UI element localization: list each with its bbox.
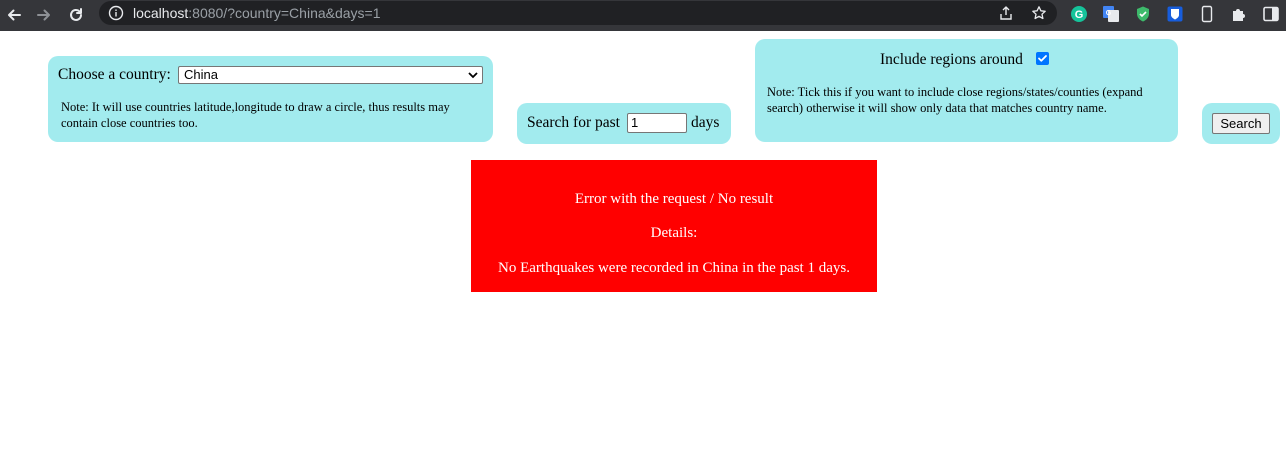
- svg-text:G: G: [1075, 9, 1084, 21]
- search-button[interactable]: Search: [1212, 113, 1270, 134]
- google-translate-icon[interactable]: G: [1102, 5, 1120, 23]
- country-select[interactable]: China: [178, 66, 483, 84]
- checkmark-icon: [1038, 55, 1047, 62]
- browser-toolbar: localhost:8080/?country=China&days=1 G G: [0, 0, 1286, 31]
- country-panel: Choose a country: China Note: It will us…: [48, 56, 493, 142]
- days-panel: Search for past 1 days: [517, 103, 731, 144]
- error-message: No Earthquakes were recorded in China in…: [498, 260, 850, 276]
- svg-text:G: G: [1106, 10, 1112, 17]
- regions-note: Note: Tick this if you want to include c…: [767, 85, 1143, 115]
- back-icon[interactable]: [2, 3, 26, 27]
- error-title: Error with the request / No result: [574, 191, 774, 207]
- address-bar[interactable]: localhost:8080/?country=China&days=1: [99, 1, 1057, 25]
- search-panel: Search: [1202, 103, 1280, 144]
- include-regions-checkbox[interactable]: [1036, 52, 1049, 65]
- reload-icon[interactable]: [64, 3, 88, 27]
- url-text[interactable]: localhost:8080/?country=China&days=1: [133, 4, 381, 22]
- extensions-icon[interactable]: [1230, 5, 1248, 23]
- country-selected-value: China: [184, 67, 218, 82]
- days-input[interactable]: 1: [627, 113, 687, 133]
- grammarly-icon[interactable]: G: [1070, 5, 1088, 23]
- shield-icon[interactable]: [1134, 5, 1152, 23]
- chevron-down-icon: [468, 72, 478, 79]
- device-icon[interactable]: [1198, 5, 1216, 23]
- bookmark-star-icon[interactable]: [1031, 5, 1047, 21]
- url-host: localhost: [133, 5, 189, 21]
- error-box: Error with the request / No result Detai…: [471, 160, 877, 292]
- url-path: :8080/?country=China&days=1: [188, 5, 381, 21]
- country-note: Note: It will use countries latitude,lon…: [61, 100, 450, 130]
- regions-label: Include regions around: [880, 51, 1023, 68]
- info-icon[interactable]: [108, 5, 124, 21]
- error-details-label: Details:: [650, 225, 698, 241]
- regions-panel: Include regions around Note: Tick this i…: [755, 39, 1178, 142]
- share-icon[interactable]: [998, 5, 1014, 21]
- country-label: Choose a country:: [58, 66, 171, 83]
- side-panel-icon[interactable]: [1262, 5, 1280, 23]
- bitwarden-icon[interactable]: [1166, 5, 1184, 23]
- days-label-after: days: [691, 114, 720, 131]
- forward-icon[interactable]: [32, 3, 56, 27]
- days-label-before: Search for past: [527, 114, 620, 131]
